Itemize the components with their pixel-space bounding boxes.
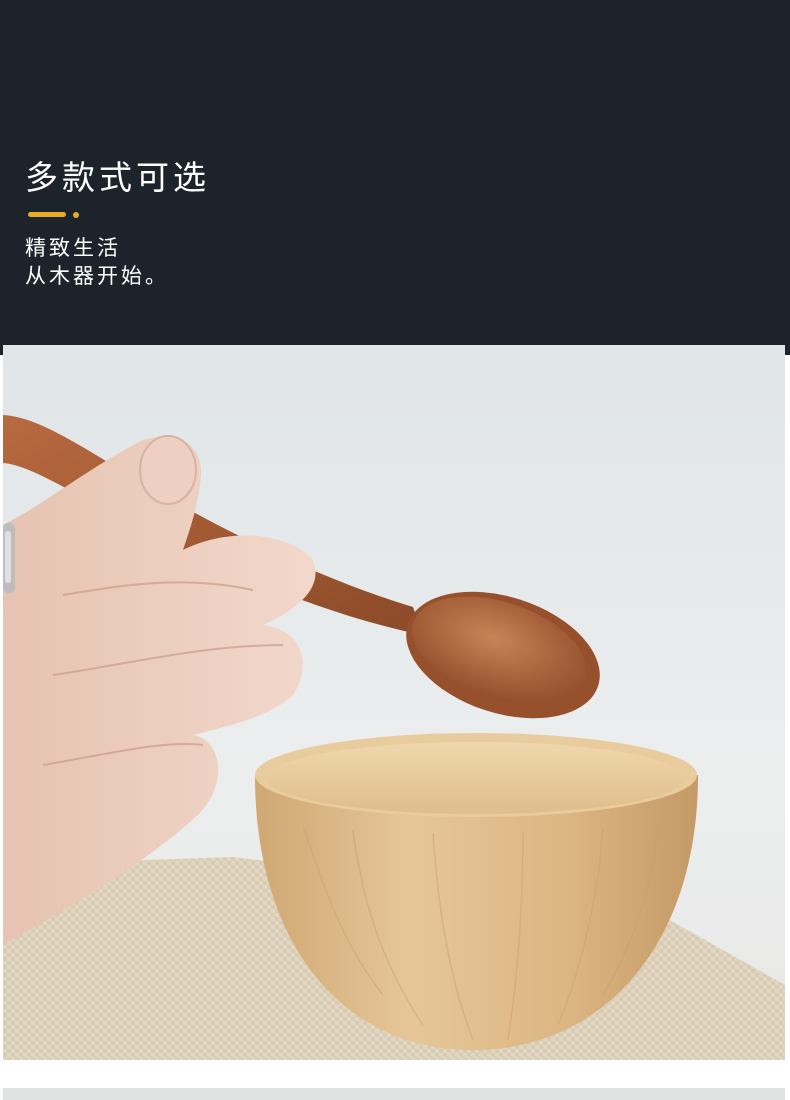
next-product-photo <box>3 1088 785 1100</box>
header-banner: 多款式可选 精致生活 从木器开始。 <box>0 0 790 355</box>
subtitle-line-1: 精致生活 <box>25 236 121 260</box>
banner-title: 多款式可选 <box>25 158 210 197</box>
banner-subtitle: 精致生活 从木器开始。 <box>25 234 169 290</box>
accent-divider <box>28 212 88 218</box>
product-photo <box>3 345 785 1060</box>
product-detail-page: 多款式可选 精致生活 从木器开始。 <box>0 0 790 1100</box>
subtitle-line-2: 从木器开始。 <box>25 264 169 288</box>
accent-bar <box>28 212 66 217</box>
accent-dot <box>73 212 79 218</box>
